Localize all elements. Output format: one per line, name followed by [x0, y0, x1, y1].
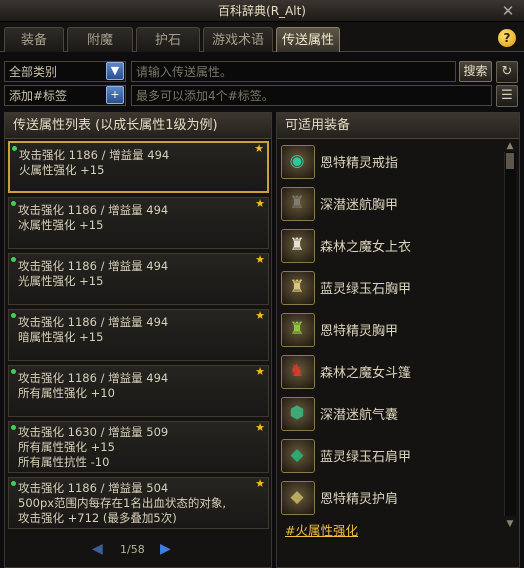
tag-list-icon[interactable]: ☰ — [496, 85, 518, 107]
attribute-card[interactable]: ★ 攻击强化 1186 / 增益量 494 火属性强化 +15 — [8, 141, 269, 193]
ring-icon: ◉ — [289, 151, 305, 171]
cloak-icon: ♞ — [289, 361, 305, 381]
scroll-up-icon[interactable]: ▲ — [504, 140, 516, 152]
search-input[interactable]: 请输入传送属性。 — [131, 61, 456, 82]
chest-armor-icon: ♜ — [289, 277, 305, 297]
attribute-card[interactable]: ★ 攻击强化 1186 / 增益量 494 光属性强化 +15 — [8, 253, 269, 305]
chevron-down-icon[interactable]: ▼ — [106, 62, 124, 80]
scrollbar-thumb[interactable] — [506, 153, 514, 169]
tag-input-value: 添加#标签 — [9, 89, 68, 103]
favorite-star-icon[interactable]: ★ — [255, 365, 265, 378]
equipment-name: 蓝灵绿玉石肩甲 — [320, 450, 412, 465]
scroll-down-icon[interactable]: ▼ — [504, 518, 516, 530]
equipment-item[interactable]: ◆ 蓝灵绿玉石肩甲 — [281, 435, 501, 475]
shoulder-icon: ◆ — [290, 487, 304, 507]
attribute-text: 攻击强化 1186 / 增益量 494 火属性强化 +15 — [19, 148, 170, 177]
chest-armor-icon: ♜ — [289, 319, 305, 339]
status-dot — [12, 146, 17, 151]
window-title: 百科辞典(R_Alt) — [218, 4, 306, 18]
status-dot — [11, 425, 16, 430]
status-dot — [11, 369, 16, 374]
shoulder-icon: ◆ — [290, 445, 304, 465]
tag-link[interactable]: #火属性强化 — [285, 520, 358, 539]
attribute-text: 攻击强化 1186 / 增益量 494 暗属性强化 +15 — [18, 315, 169, 344]
status-dot — [11, 201, 16, 206]
attribute-text: 攻击强化 1630 / 增益量 509 所有属性强化 +15 所有属性抗性 -1… — [18, 425, 169, 469]
attribute-text: 攻击强化 1186 / 增益量 504 500px范围内每存在1名出血状态的对象… — [18, 481, 227, 525]
tag-hint-field: 最多可以添加4个#标签。 — [131, 85, 492, 106]
help-icon[interactable]: ? — [498, 29, 516, 47]
favorite-star-icon[interactable]: ★ — [255, 421, 265, 434]
attribute-card[interactable]: ★ 攻击强化 1186 / 增益量 494 暗属性强化 +15 — [8, 309, 269, 361]
equipment-name: 深潜迷航气囊 — [320, 408, 399, 423]
equipment-item[interactable]: ♜ 深潜迷航胸甲 — [281, 183, 501, 223]
scrollbar-track[interactable] — [504, 152, 516, 516]
equipment-item[interactable]: ♜ 蓝灵绿玉石胸甲 — [281, 267, 501, 307]
attribute-list-header: 传送属性列表 (以成长属性1级为例) — [5, 113, 271, 139]
status-dot — [11, 257, 16, 262]
status-dot — [11, 481, 16, 486]
equipment-item[interactable]: ♜ 森林之魔女上衣 — [281, 225, 501, 265]
equipment-item[interactable]: ⬢ 深潜迷航气囊 — [281, 393, 501, 433]
category-value: 全部类别 — [9, 65, 58, 79]
tab-enchant[interactable]: 附魔 — [67, 27, 133, 52]
bag-icon: ⬢ — [289, 403, 305, 423]
applicable-equipment-header: 可适用装备 — [277, 113, 519, 139]
search-button[interactable]: 搜索 — [459, 61, 492, 82]
status-dot — [11, 313, 16, 318]
attribute-text: 攻击强化 1186 / 增益量 494 光属性强化 +15 — [18, 259, 169, 288]
attribute-card[interactable]: ★ 攻击强化 1630 / 增益量 509 所有属性强化 +15 所有属性抗性 … — [8, 421, 269, 473]
attribute-text: 攻击强化 1186 / 增益量 494 冰属性强化 +15 — [18, 203, 169, 232]
add-tag-icon[interactable]: + — [106, 86, 124, 104]
prev-page-icon[interactable]: ◀ — [92, 541, 103, 557]
favorite-star-icon[interactable]: ★ — [254, 142, 264, 155]
favorite-star-icon[interactable]: ★ — [255, 477, 265, 490]
equipment-item[interactable]: ◉ 恩特精灵戒指 — [281, 141, 501, 181]
tab-transfer-attributes[interactable]: 传送属性 — [276, 27, 340, 52]
equipment-name: 恩特精灵胸甲 — [320, 324, 399, 339]
tab-talisman[interactable]: 护石 — [136, 27, 200, 52]
chest-armor-icon: ♜ — [289, 193, 305, 213]
equipment-item[interactable]: ♜ 恩特精灵胸甲 — [281, 309, 501, 349]
tab-equipment[interactable]: 装备 — [4, 27, 64, 52]
tab-game-terms[interactable]: 游戏术语 — [203, 27, 273, 52]
favorite-star-icon[interactable]: ★ — [255, 309, 265, 322]
equipment-name: 恩特精灵戒指 — [320, 156, 399, 171]
equipment-name: 深潜迷航胸甲 — [320, 198, 399, 213]
equipment-item[interactable]: ◆ 恩特精灵护肩 — [281, 477, 501, 517]
favorite-star-icon[interactable]: ★ — [255, 253, 265, 266]
equipment-name: 森林之魔女斗篷 — [320, 366, 412, 381]
attribute-card[interactable]: ★ 攻击强化 1186 / 增益量 494 冰属性强化 +15 — [8, 197, 269, 249]
robe-icon: ♜ — [289, 235, 305, 255]
equipment-name: 森林之魔女上衣 — [320, 240, 412, 255]
equipment-item[interactable]: ♞ 森林之魔女斗篷 — [281, 351, 501, 391]
next-page-icon[interactable]: ▶ — [160, 541, 171, 557]
attribute-card[interactable]: ★ 攻击强化 1186 / 增益量 494 所有属性强化 +10 — [8, 365, 269, 417]
attribute-text: 攻击强化 1186 / 增益量 494 所有属性强化 +10 — [18, 371, 169, 400]
page-indicator: 1/58 — [120, 543, 145, 556]
equipment-name: 恩特精灵护肩 — [320, 492, 399, 507]
equipment-name: 蓝灵绿玉石胸甲 — [320, 282, 412, 297]
close-icon[interactable]: ✕ — [497, 2, 519, 20]
refresh-icon[interactable]: ↻ — [496, 61, 518, 83]
favorite-star-icon[interactable]: ★ — [255, 197, 265, 210]
attribute-card[interactable]: ★ 攻击强化 1186 / 增益量 504 500px范围内每存在1名出血状态的… — [8, 477, 269, 529]
